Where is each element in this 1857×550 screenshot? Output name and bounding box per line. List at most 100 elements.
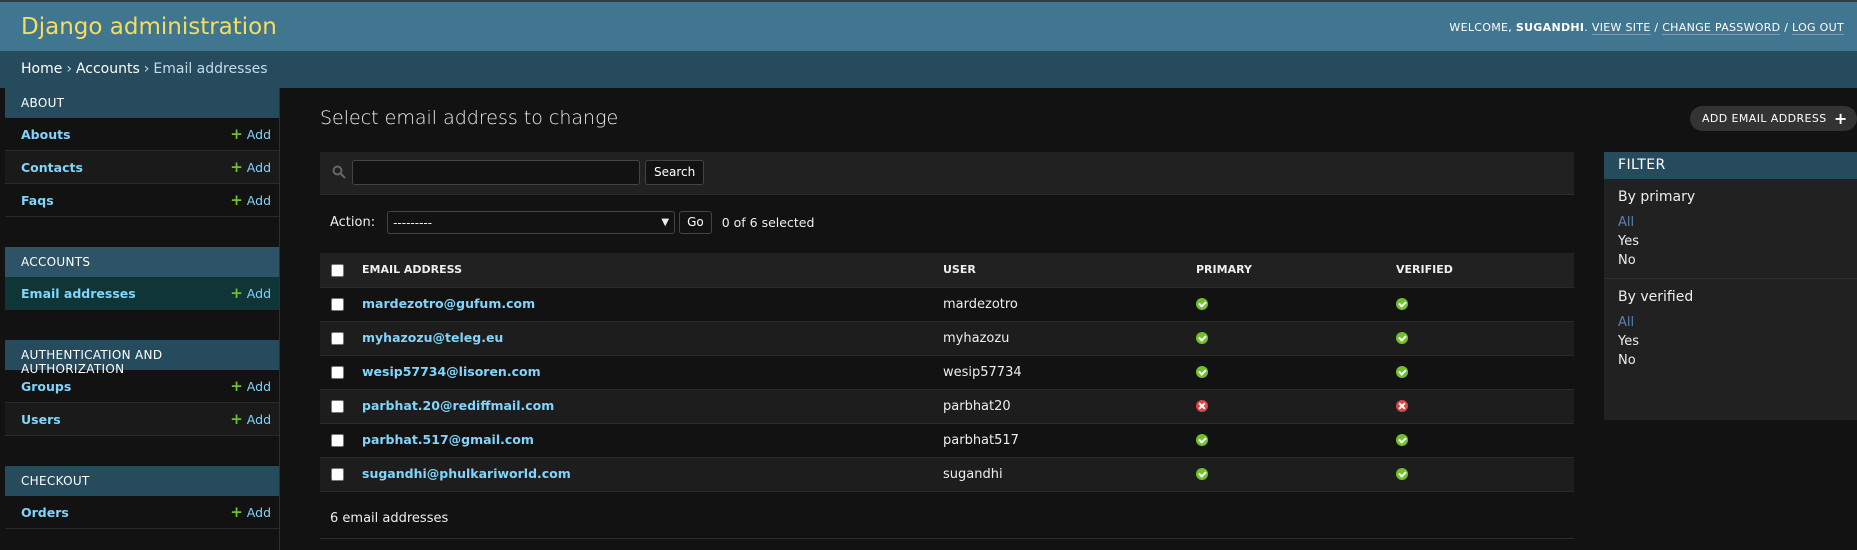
primary-cell <box>1196 321 1396 356</box>
primary-cell <box>1196 355 1396 390</box>
email-link[interactable]: mardezotro@gufum.com <box>362 296 535 311</box>
add-label: Add <box>246 159 271 175</box>
user-cell: parbhat517 <box>943 423 1196 458</box>
user-tools: WELCOME, SUGANDHI. VIEW SITE / CHANGE PA… <box>1449 21 1844 35</box>
row-select-cell <box>320 321 348 356</box>
add-email-addresses-link[interactable]: + Add <box>230 283 271 302</box>
module-accounts: ACCOUNTS Email addresses + Add <box>5 247 279 310</box>
email-link[interactable]: parbhat.517@gmail.com <box>362 432 534 447</box>
go-button[interactable]: Go <box>679 211 712 234</box>
sidebar-link-abouts[interactable]: Abouts <box>21 127 71 142</box>
row-checkbox[interactable] <box>331 433 344 447</box>
email-link[interactable]: sugandhi@phulkariworld.com <box>362 466 571 481</box>
row-select-cell <box>320 287 348 322</box>
breadcrumb-home[interactable]: Home <box>21 61 62 77</box>
view-site-link[interactable]: VIEW SITE <box>1591 21 1651 35</box>
sidebar-item-users: Users + Add <box>5 403 279 436</box>
filter-option-all[interactable]: All <box>1618 315 1843 334</box>
site-name[interactable]: Django administration <box>21 14 277 40</box>
row-checkbox[interactable] <box>331 365 344 379</box>
sidebar-link-email-addresses[interactable]: Email addresses <box>21 286 136 301</box>
yes-icon <box>1396 298 1408 310</box>
add-users-link[interactable]: + Add <box>230 411 271 427</box>
row-select-cell <box>320 389 348 424</box>
column-header-verified[interactable]: VERIFIED <box>1396 253 1574 288</box>
plus-icon: + <box>230 283 243 302</box>
sidebar-link-users[interactable]: Users <box>21 412 61 427</box>
sidebar-link-faqs[interactable]: Faqs <box>21 193 54 208</box>
filter-title: FILTER <box>1604 152 1857 179</box>
table-header-row: EMAIL ADDRESS USER PRIMARY VERIFIED <box>320 253 1574 288</box>
email-link[interactable]: myhazozu@teleg.eu <box>362 330 503 345</box>
search-icon <box>332 165 346 179</box>
breadcrumb-accounts[interactable]: Accounts <box>76 61 140 77</box>
module-gap <box>5 217 279 247</box>
column-header-user[interactable]: USER <box>943 253 1196 288</box>
breadcrumb-separator: › <box>66 61 72 77</box>
row-checkbox[interactable] <box>331 297 344 311</box>
module-auth: AUTHENTICATION AND AUTHORIZATION Groups … <box>5 340 279 436</box>
sidebar-link-contacts[interactable]: Contacts <box>21 160 83 175</box>
row-select-cell <box>320 355 348 390</box>
filter-option-yes[interactable]: Yes <box>1618 334 1843 353</box>
sidebar-item-faqs: Faqs + Add <box>5 184 279 217</box>
search-button[interactable]: Search <box>645 160 705 185</box>
verified-cell <box>1396 355 1574 390</box>
add-contacts-link[interactable]: + Add <box>230 157 271 176</box>
filter-option-no[interactable]: No <box>1618 253 1843 272</box>
primary-cell <box>1196 423 1396 458</box>
chevron-down-icon: ▼ <box>661 217 670 228</box>
search-input[interactable] <box>352 160 640 185</box>
nav-sidebar: ABOUT Abouts + Add Contacts + Add Faqs + Ad… <box>5 88 280 550</box>
action-label: Action: <box>330 215 376 230</box>
module-caption-checkout[interactable]: CHECKOUT <box>5 466 279 496</box>
verified-cell <box>1396 287 1574 322</box>
row-checkbox[interactable] <box>331 399 344 413</box>
select-all-checkbox[interactable] <box>331 263 344 277</box>
primary-cell <box>1196 287 1396 322</box>
change-password-link[interactable]: CHANGE PASSWORD <box>1662 21 1781 35</box>
plus-icon: + <box>230 157 243 176</box>
add-abouts-link[interactable]: + Add <box>230 126 271 142</box>
yes-icon <box>1196 332 1208 344</box>
filter-heading: By primary <box>1618 189 1696 205</box>
sidebar-item-abouts: Abouts + Add <box>5 118 279 151</box>
verified-cell <box>1396 457 1574 492</box>
action-counter: 0 of 6 selected <box>721 215 815 230</box>
user-cell: parbhat20 <box>943 389 1196 424</box>
email-link[interactable]: parbhat.20@rediffmail.com <box>362 398 554 413</box>
add-groups-link[interactable]: + Add <box>230 378 271 394</box>
add-faqs-link[interactable]: + Add <box>230 192 271 208</box>
column-header-email[interactable]: EMAIL ADDRESS <box>348 253 943 288</box>
add-email-address-button[interactable]: ADD EMAIL ADDRESS + <box>1690 106 1857 131</box>
module-caption-about[interactable]: ABOUT <box>5 88 279 118</box>
actions-bar: Action: --------- ▼ Go 0 of 6 selected <box>330 210 814 235</box>
result-table: EMAIL ADDRESS USER PRIMARY VERIFIED mard… <box>320 253 1574 492</box>
add-orders-link[interactable]: + Add <box>230 504 271 520</box>
filter-option-all[interactable]: All <box>1618 215 1843 234</box>
paginator: 6 email addresses <box>320 501 1574 539</box>
email-link[interactable]: wesip57734@lisoren.com <box>362 364 541 379</box>
filter-option-yes[interactable]: Yes <box>1618 234 1843 253</box>
column-header-primary[interactable]: PRIMARY <box>1196 253 1396 288</box>
action-select[interactable]: --------- ▼ <box>387 211 676 234</box>
search-toolbar: Search <box>320 152 1574 195</box>
sidebar-link-groups[interactable]: Groups <box>21 379 71 394</box>
sidebar-link-orders[interactable]: Orders <box>21 505 69 520</box>
yes-icon <box>1196 298 1208 310</box>
breadcrumb-current: Email addresses <box>153 61 268 77</box>
log-out-link[interactable]: LOG OUT <box>1792 21 1844 35</box>
module-caption-auth[interactable]: AUTHENTICATION AND AUTHORIZATION <box>5 340 279 376</box>
module-gap <box>5 436 279 466</box>
row-checkbox[interactable] <box>331 467 344 481</box>
sidebar-item-contacts: Contacts + Add <box>5 151 279 184</box>
add-label: Add <box>246 504 271 520</box>
yes-icon <box>1196 434 1208 446</box>
module-caption-accounts[interactable]: ACCOUNTS <box>5 247 279 277</box>
email-cell: sugandhi@phulkariworld.com <box>348 457 943 492</box>
add-button-label: ADD EMAIL ADDRESS <box>1702 112 1827 125</box>
filter-option-no[interactable]: No <box>1618 353 1843 372</box>
breadcrumb: Home › Accounts › Email addresses <box>0 51 1857 88</box>
row-checkbox[interactable] <box>331 331 344 345</box>
sidebar-item-email-addresses: Email addresses + Add <box>5 277 279 310</box>
